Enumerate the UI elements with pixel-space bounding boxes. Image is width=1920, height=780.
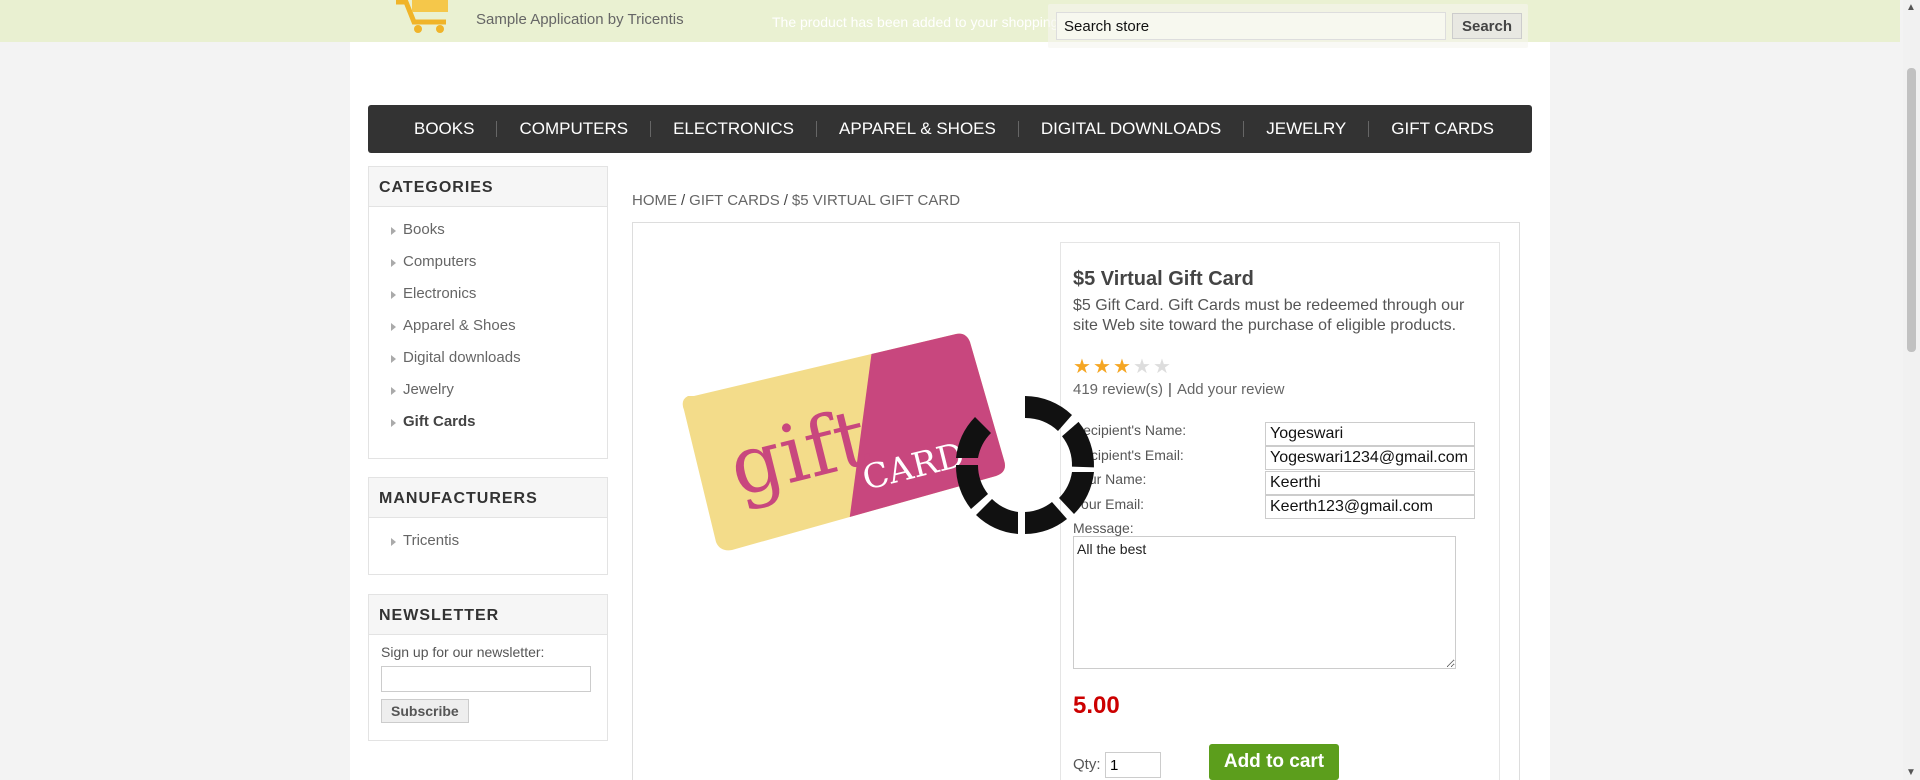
search-button[interactable]: Search bbox=[1452, 13, 1522, 39]
top-menu-apparel-shoes[interactable]: APPAREL & SHOES bbox=[817, 120, 1019, 137]
manufacturers-title: MANUFACTURERS bbox=[369, 478, 607, 518]
manufacturers-block: MANUFACTURERS Tricentis bbox=[368, 477, 608, 575]
qty-input[interactable] bbox=[1105, 752, 1161, 778]
newsletter-email-input[interactable] bbox=[381, 666, 591, 692]
category-apparel-shoes[interactable]: Apparel & Shoes bbox=[391, 313, 607, 345]
message-textarea[interactable]: All the best bbox=[1073, 536, 1456, 669]
categories-title: CATEGORIES bbox=[369, 167, 607, 207]
category-electronics[interactable]: Electronics bbox=[391, 281, 607, 313]
add-review-link[interactable]: Add your review bbox=[1177, 381, 1285, 398]
qty-label: Qty: bbox=[1073, 756, 1101, 773]
category-gift-cards[interactable]: Gift Cards bbox=[391, 409, 607, 441]
top-menu-books[interactable]: BOOKS bbox=[392, 120, 498, 137]
scroll-up-icon[interactable]: ▲ bbox=[1906, 2, 1916, 13]
rating-stars: ★ ★ ★ ★ ★ bbox=[1073, 356, 1172, 378]
top-menu-electronics[interactable]: ELECTRONICS bbox=[651, 120, 818, 137]
categories-block: CATEGORIES Books Computers Electronics A… bbox=[368, 166, 608, 459]
reviews-line: 419 review(s) | Add your review bbox=[1073, 381, 1285, 398]
product-name: $5 Virtual Gift Card bbox=[1073, 268, 1254, 290]
star-empty-icon: ★ bbox=[1133, 356, 1151, 378]
page-scrollbar[interactable]: ▲ ▼ bbox=[1903, 0, 1920, 780]
star-icon: ★ bbox=[1093, 356, 1111, 378]
top-menu-gift-cards[interactable]: GIFT CARDS bbox=[1369, 120, 1516, 137]
recipient-email-input[interactable] bbox=[1265, 446, 1475, 470]
category-digital-downloads[interactable]: Digital downloads bbox=[391, 345, 607, 377]
add-to-cart-button[interactable]: Add to cart bbox=[1209, 744, 1339, 780]
category-books[interactable]: Books bbox=[391, 217, 607, 249]
scroll-thumb[interactable] bbox=[1907, 68, 1916, 352]
top-menu-digital-downloads[interactable]: DIGITAL DOWNLOADS bbox=[1019, 120, 1245, 137]
notification-text: The product has been added to your shopp… bbox=[772, 14, 1086, 30]
cart-logo-icon[interactable] bbox=[392, 0, 454, 34]
category-computers[interactable]: Computers bbox=[391, 249, 607, 281]
scroll-down-icon[interactable]: ▼ bbox=[1906, 767, 1916, 778]
star-empty-icon: ★ bbox=[1153, 356, 1171, 378]
category-jewelry[interactable]: Jewelry bbox=[391, 377, 607, 409]
breadcrumb-gift-cards[interactable]: GIFT CARDS bbox=[689, 192, 780, 209]
breadcrumb-home[interactable]: HOME bbox=[632, 192, 677, 209]
star-icon: ★ bbox=[1113, 356, 1131, 378]
top-menu-jewelry[interactable]: JEWELRY bbox=[1244, 120, 1370, 137]
recipient-name-input[interactable] bbox=[1265, 422, 1475, 446]
star-icon: ★ bbox=[1073, 356, 1091, 378]
product-price: 5.00 bbox=[1073, 692, 1120, 719]
newsletter-label: Sign up for our newsletter: bbox=[381, 644, 545, 660]
newsletter-title: NEWSLETTER bbox=[369, 595, 607, 635]
breadcrumb: HOME / GIFT CARDS / $5 VIRTUAL GIFT CARD bbox=[632, 192, 961, 209]
manufacturer-tricentis[interactable]: Tricentis bbox=[391, 528, 607, 560]
your-email-input[interactable] bbox=[1265, 495, 1475, 519]
newsletter-block: NEWSLETTER Sign up for our newsletter: S… bbox=[368, 594, 608, 741]
subscribe-button[interactable]: Subscribe bbox=[381, 699, 469, 723]
your-name-input[interactable] bbox=[1265, 471, 1475, 495]
loading-spinner-icon bbox=[955, 396, 1094, 534]
logo-subtitle: Sample Application by Tricentis bbox=[476, 11, 684, 28]
top-menu-computers[interactable]: COMPUTERS bbox=[497, 120, 652, 137]
breadcrumb-current: $5 VIRTUAL GIFT CARD bbox=[791, 192, 961, 209]
top-menu: BOOKS COMPUTERS ELECTRONICS APPAREL & SH… bbox=[368, 105, 1532, 153]
product-description: $5 Gift Card. Gift Cards must be redeeme… bbox=[1073, 297, 1465, 334]
search-input[interactable] bbox=[1056, 12, 1446, 40]
search-box: Search bbox=[1048, 4, 1528, 48]
notification-bar[interactable]: The product has been added to your shopp… bbox=[0, 0, 1900, 42]
